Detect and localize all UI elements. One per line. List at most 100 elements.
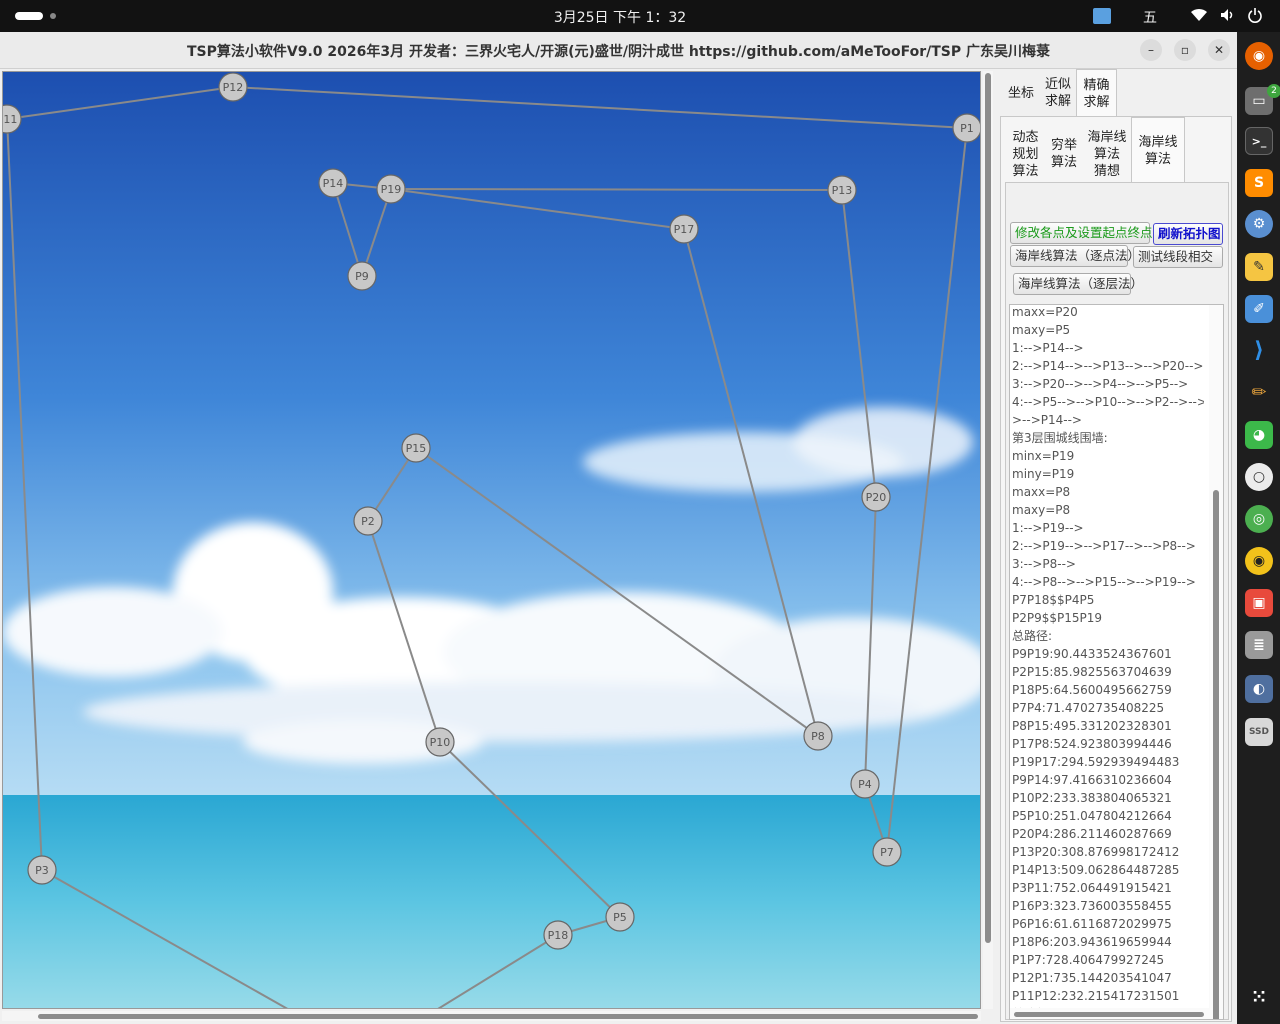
log-line: 3:-->P20-->-->P4-->-->P5--> <box>1012 377 1189 391</box>
close-button[interactable]: ✕ <box>1208 39 1230 61</box>
node-p15[interactable]: P15 <box>401 433 431 463</box>
tab-coastline-conjecture[interactable]: 海岸线 算法 猜想 <box>1084 125 1130 183</box>
node-p9[interactable]: P9 <box>347 261 377 291</box>
node-p14[interactable]: P14 <box>318 168 348 198</box>
node-p4[interactable]: P4 <box>850 769 880 799</box>
log-vscroll-thumb[interactable] <box>1213 490 1219 1019</box>
coastline-point-button[interactable]: 海岸线算法（逐点法） <box>1010 245 1140 267</box>
topology-canvas-panel: P1 P2 P3 P4 P5 P7 P8 P9 P10 P11 P12 P13 P14 P15 P17 P18… <box>0 69 995 1024</box>
node-p20[interactable]: P20 <box>861 482 891 512</box>
ssd-icon[interactable]: SSD <box>1245 718 1273 746</box>
node-p2[interactable]: P2 <box>353 506 383 536</box>
log-line: P2P15:85.9825563704639 <box>1012 665 1172 679</box>
wechat-icon[interactable]: ◕ <box>1245 421 1273 449</box>
node-p12[interactable]: P12 <box>218 72 248 102</box>
topology-map[interactable]: P1 P2 P3 P4 P5 P7 P8 P9 P10 P11 P12 P13 P14 P15 P17 P18… <box>2 71 981 1009</box>
rhythmbox-icon[interactable]: ◉ <box>1245 547 1273 575</box>
canvas-horizontal-scrollbar[interactable] <box>2 1011 981 1021</box>
node-p13[interactable]: P13 <box>827 175 857 205</box>
node-label: P13 <box>832 184 853 197</box>
log-line: P11P12:232.215417231501 <box>1012 989 1180 1003</box>
window-title: TSP算法小软件V9.0 2026年3月 开发者：三界火宅人/开源(元)盛世/阴… <box>186 44 1050 60</box>
log-line: P6P16:61.6116872029975 <box>1012 917 1172 931</box>
log-line: P13P20:308.876998172412 <box>1012 845 1180 859</box>
apps-grid-icon[interactable]: ⁙ <box>1245 984 1273 1012</box>
volume-icon[interactable] <box>1219 7 1235 27</box>
settings-icon[interactable]: ⚙ <box>1245 210 1273 238</box>
log-line: P2P9$$P15P19 <box>1012 611 1103 625</box>
notes-icon[interactable]: ✎ <box>1245 253 1273 281</box>
clock[interactable]: 3月25日 下午 1：32 <box>0 7 1240 27</box>
node-label: P15 <box>406 442 427 455</box>
terminal-icon[interactable]: >_ <box>1245 127 1273 155</box>
tab-coordinates[interactable]: 坐标 <box>1003 69 1039 117</box>
power-icon[interactable] <box>1247 7 1263 27</box>
output-log[interactable]: maxx=P20 maxy=P5 1:-->P14--> 2:-->P14-->-->… <box>1009 304 1224 1020</box>
test-intersect-button[interactable]: 测试线段相交 <box>1133 246 1223 268</box>
tab-exhaustive[interactable]: 穷举 算法 <box>1046 125 1082 183</box>
node-p8[interactable]: P8 <box>803 721 833 751</box>
log-line: 3:-->P8--> <box>1012 557 1076 571</box>
software-icon[interactable]: ▣ <box>1245 589 1273 617</box>
log-vertical-scrollbar[interactable] <box>1209 305 1223 1019</box>
minimize-button[interactable]: – <box>1140 39 1162 61</box>
node-p5[interactable]: P5 <box>605 902 635 932</box>
node-p3[interactable]: P3 <box>27 855 57 885</box>
node-p7[interactable]: P7 <box>872 837 902 867</box>
vscode-icon[interactable]: ⟩ <box>1245 337 1273 365</box>
log-line: P18P5:64.5600495662759 <box>1012 683 1172 697</box>
refresh-topology-button[interactable]: 刷新拓扑图 <box>1153 223 1223 245</box>
text-editor-icon[interactable]: ✐ <box>1245 295 1273 323</box>
log-hscroll-thumb[interactable] <box>1014 1012 1204 1017</box>
node-p17[interactable]: P17 <box>669 214 699 244</box>
tab-coastline[interactable]: 海岸线 算法 <box>1131 117 1185 183</box>
tab-dynamic-programming[interactable]: 动态 规划 算法 <box>1007 125 1044 183</box>
system-top-bar: 3月25日 下午 1：32 五 <box>0 0 1280 32</box>
files-badge: 2 <box>1267 84 1280 98</box>
edge-P13-P19 <box>390 188 843 191</box>
maximize-button[interactable]: ▫ <box>1174 39 1196 61</box>
image-viewer-icon[interactable]: ◐ <box>1245 675 1273 703</box>
input-method-icon[interactable] <box>1093 8 1111 24</box>
node-label: P19 <box>381 183 402 196</box>
log-line: maxy=P8 <box>1012 503 1071 517</box>
tab-approx-solve[interactable]: 近似 求解 <box>1041 69 1075 117</box>
node-p1[interactable]: P1 <box>952 113 981 143</box>
node-label: P1 <box>960 122 974 135</box>
log-horizontal-scrollbar[interactable] <box>1010 1008 1209 1019</box>
chat-icon[interactable]: ○ <box>1245 463 1273 491</box>
canvas-hscroll-thumb[interactable] <box>38 1014 978 1019</box>
log-line: P9P14:97.4166310236604 <box>1012 773 1172 787</box>
node-p10[interactable]: P10 <box>425 727 455 757</box>
node-label: P17 <box>674 223 695 236</box>
node-label: P18 <box>548 929 569 942</box>
canvas-vertical-scrollbar[interactable] <box>983 71 993 1009</box>
canvas-vscroll-thumb[interactable] <box>985 73 991 943</box>
chrome-icon[interactable]: ◎ <box>1245 505 1273 533</box>
paint-icon[interactable]: ✏ <box>1245 379 1273 407</box>
log-line: maxy=P5 <box>1012 323 1071 337</box>
log-line: maxx=P8 <box>1012 485 1071 499</box>
log-line: P1P7:728.406479927245 <box>1012 953 1165 967</box>
node-p18[interactable]: P18 <box>543 920 573 950</box>
log-line: P17P8:524.923803994446 <box>1012 737 1172 751</box>
node-label: P4 <box>858 778 872 791</box>
log-line: 第3层围城线围墙: <box>1012 431 1108 445</box>
title-bar[interactable]: TSP算法小软件V9.0 2026年3月 开发者：三界火宅人/开源(元)盛世/阴… <box>0 32 1237 69</box>
sublime-icon[interactable]: S <box>1245 169 1273 197</box>
sea-background <box>3 795 980 1008</box>
log-line: 2:-->P14-->-->P13-->-->P20--> <box>1012 359 1204 373</box>
input-method-label[interactable]: 五 <box>1143 7 1157 27</box>
tab-exact-solve[interactable]: 精确 求解 <box>1076 69 1117 117</box>
log-line: P8P15:495.331202328301 <box>1012 719 1172 733</box>
node-p19[interactable]: P19 <box>376 174 406 204</box>
topology-svg[interactable]: P1 P2 P3 P4 P5 P7 P8 P9 P10 P11 P12 P13 P14 P15 P17 P18… <box>3 72 981 1009</box>
coastline-layer-button[interactable]: 海岸线算法（逐层法） <box>1013 273 1143 295</box>
wifi-icon[interactable] <box>1190 7 1208 27</box>
firefox-icon[interactable]: ◉ <box>1245 42 1273 70</box>
modify-points-button[interactable]: 修改各点及设置起点终点 <box>1010 222 1153 244</box>
node-label: P10 <box>430 736 451 749</box>
log-line: >-->P14--> <box>1012 413 1082 427</box>
node-label: P11 <box>3 113 17 126</box>
database-icon[interactable]: ≣ <box>1245 631 1273 659</box>
